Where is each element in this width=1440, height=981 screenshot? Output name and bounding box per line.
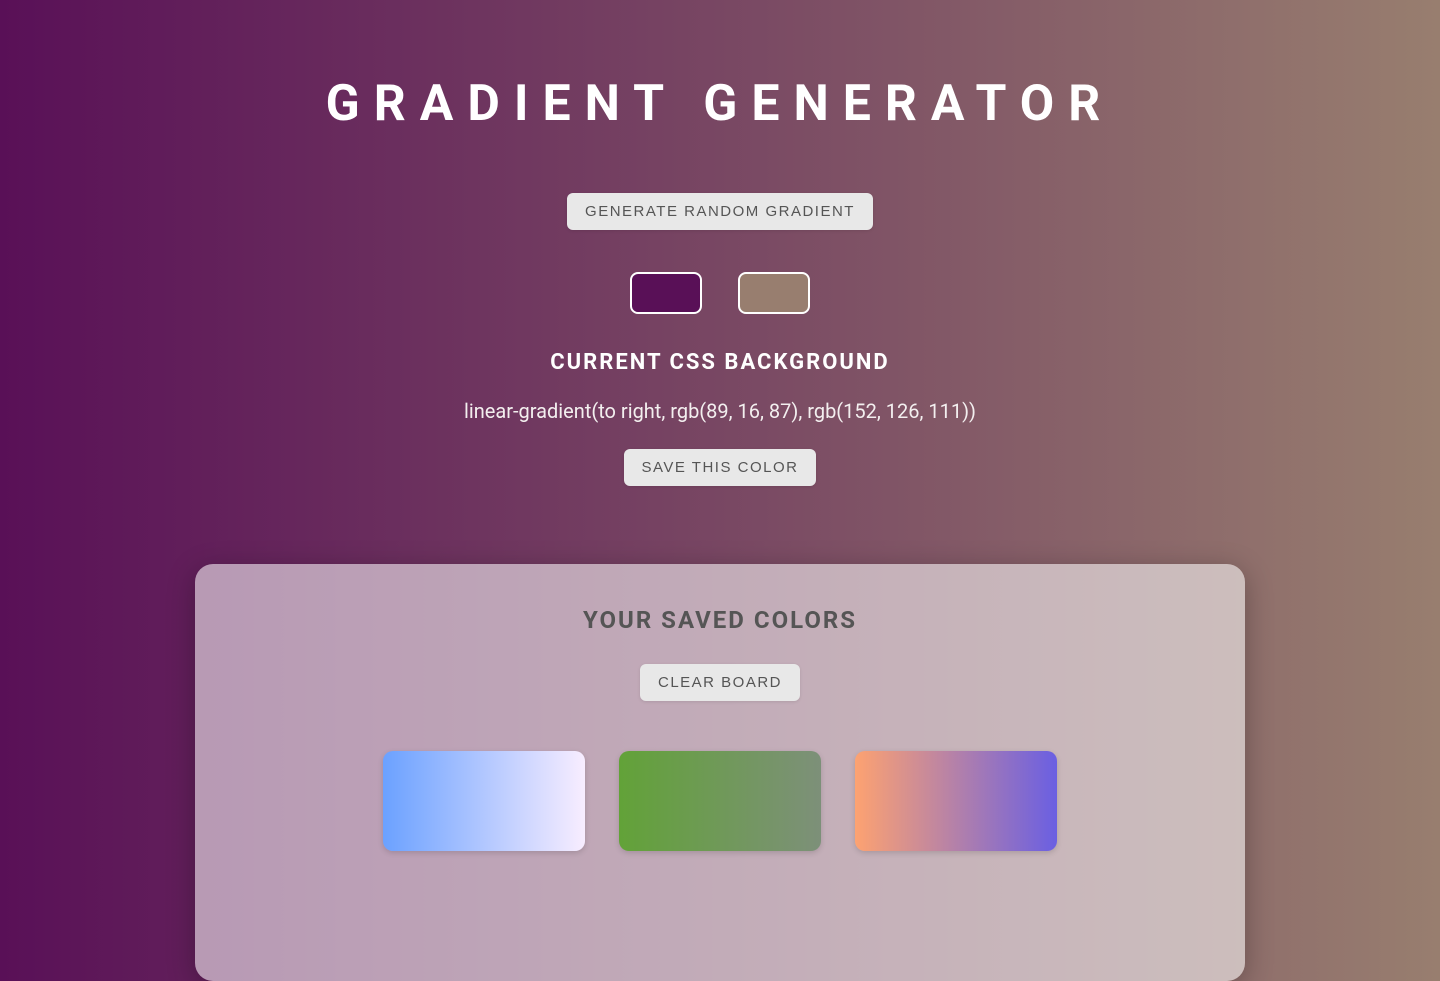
current-css-label: CURRENT CSS BACKGROUND [550, 350, 889, 375]
saved-colors-title: YOUR SAVED COLORS [583, 606, 857, 634]
color-picker-2[interactable] [738, 272, 810, 314]
saved-swatch-grid [383, 751, 1057, 851]
saved-colors-panel: YOUR SAVED COLORS CLEAR BOARD [195, 564, 1245, 981]
saved-swatch[interactable] [383, 751, 585, 851]
saved-swatch[interactable] [619, 751, 821, 851]
generate-button[interactable]: GENERATE RANDOM GRADIENT [567, 193, 873, 230]
saved-swatch[interactable] [855, 751, 1057, 851]
color-picker-row [630, 272, 810, 314]
save-button[interactable]: SAVE THIS COLOR [624, 449, 817, 486]
css-string-output: linear-gradient(to right, rgb(89, 16, 87… [464, 399, 976, 423]
page-title: GRADIENT GENERATOR [326, 75, 1115, 133]
clear-board-button[interactable]: CLEAR BOARD [640, 664, 800, 701]
color-picker-1[interactable] [630, 272, 702, 314]
